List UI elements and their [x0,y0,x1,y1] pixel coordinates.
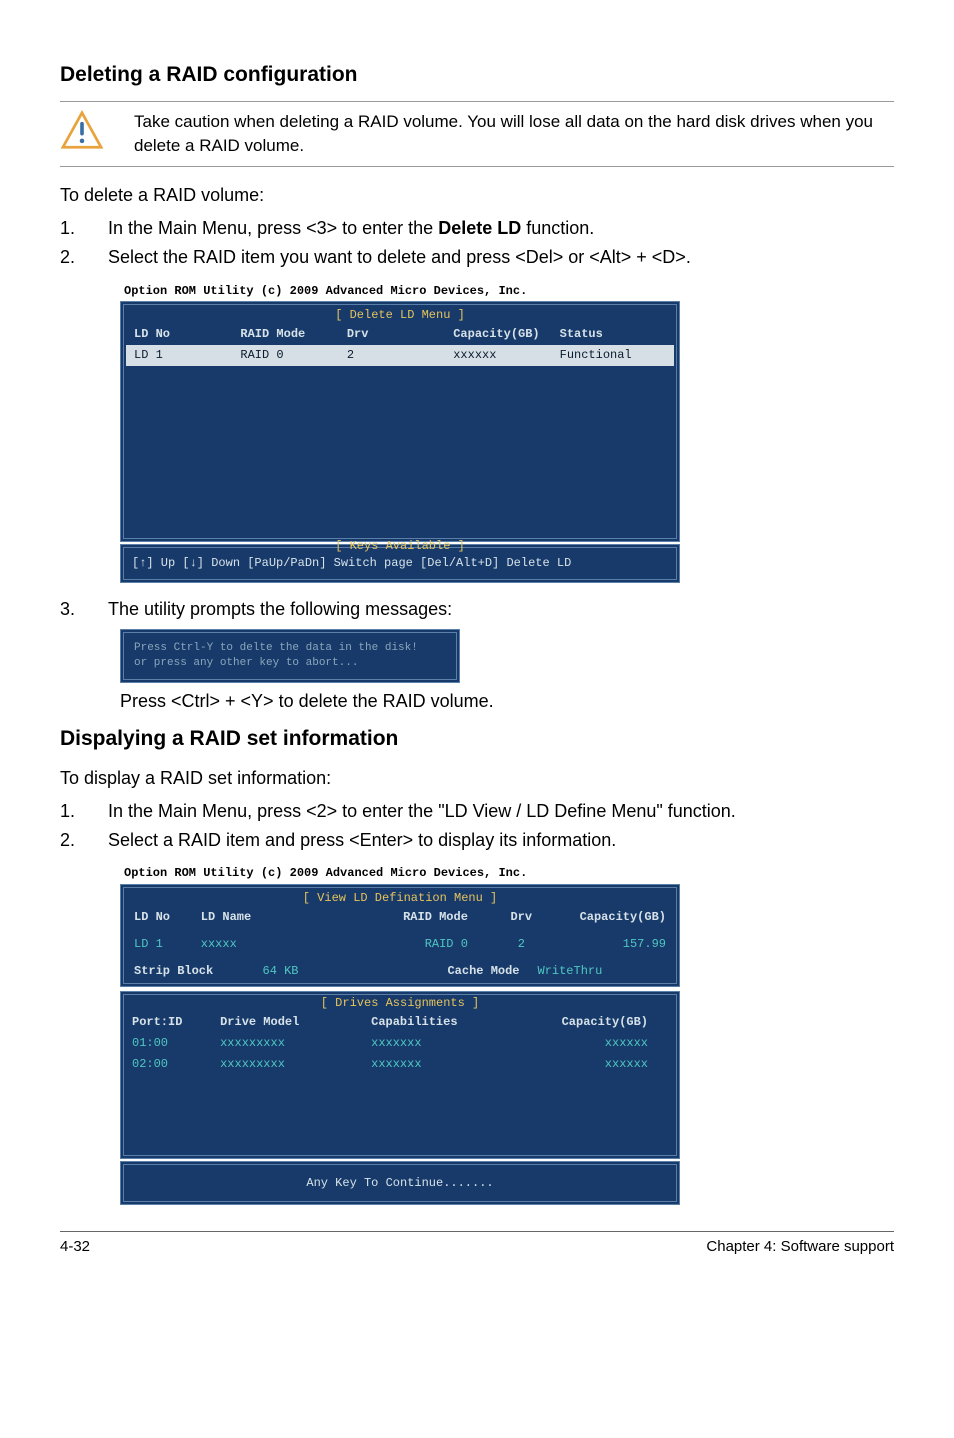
step-text: In the Main Menu, press <3> to enter the… [108,216,894,241]
caution-box: Take caution when deleting a RAID volume… [60,101,894,167]
heading-displaying: Dispalying a RAID set information [60,724,894,753]
bios-selected-row[interactable]: LD 1 RAID 0 2 xxxxxx Functional [126,345,674,366]
caution-text: Take caution when deleting a RAID volume… [134,110,894,158]
cell: LD 1 [134,347,240,364]
cell: xxxxxx [522,1056,668,1073]
cell: 02:00 [132,1056,220,1073]
cell: LD 1 [134,936,201,953]
prompt-line: or press any other key to abort... [134,656,446,671]
bios-drives-header: Port:ID Drive Model Capabilities Capacit… [124,1012,676,1033]
step-text: In the Main Menu, press <2> to enter the… [108,799,894,824]
cell: Functional [560,347,666,364]
warning-triangle-icon [60,110,104,150]
cell: xxxxxxx [371,1035,522,1052]
cell: 2 [488,936,555,953]
cell: 157.99 [555,936,666,953]
step-text-part: function. [521,218,594,238]
cell: xxxxx [201,936,357,953]
page-footer: 4-32 Chapter 4: Software support [60,1231,894,1257]
step-text-part: In the Main Menu, press <3> to enter the [108,218,438,238]
step-number: 1. [60,216,82,241]
cell: 2 [347,347,453,364]
col-status: Status [560,326,666,343]
delete-steps: 1. In the Main Menu, press <3> to enter … [60,216,894,270]
step-number: 3. [60,597,82,622]
cell: xxxxxx [453,347,559,364]
chapter-label: Chapter 4: Software support [706,1236,894,1257]
step-text: The utility prompts the following messag… [108,597,894,622]
bios-table-header: LD No RAID Mode Drv Capacity(GB) Status [126,324,674,345]
cell: 01:00 [132,1035,220,1052]
col-drv: Drv [488,909,555,926]
bios-menu-label: [ View LD Defination Menu ] [126,890,674,907]
bios-anykey-box: Any Key To Continue....... [120,1161,680,1206]
bios-delete-ld-screen: Option ROM Utility (c) 2009 Advanced Mic… [120,281,680,584]
col-capacity: Capacity(GB) [453,326,559,343]
bios-empty-area [126,366,674,536]
delete-ld-label: Delete LD [438,218,521,238]
col-drv: Drv [347,326,453,343]
heading-deleting: Deleting a RAID configuration [60,60,894,89]
col-raidmode: RAID Mode [240,326,346,343]
page-number: 4-32 [60,1236,90,1257]
bios-title: Option ROM Utility (c) 2009 Advanced Mic… [120,863,680,884]
col-ldno: LD No [134,326,240,343]
step-text: Select the RAID item you want to delete … [108,245,894,270]
bios-strip-row: Strip Block 64 KB Cache Mode WriteThru [126,961,674,982]
cell: RAID 0 [357,936,488,953]
prompt-line: Press Ctrl-Y to delte the data in the di… [134,641,446,656]
bios-drive-row: 02:00 xxxxxxxxx xxxxxxx xxxxxx [124,1054,676,1075]
bios-table-header: LD No LD Name RAID Mode Drv Capacity(GB) [126,907,674,928]
col-ldname: LD Name [201,909,357,926]
cell: xxxxxxx [371,1056,522,1073]
bios-menu-label: [ Delete LD Menu ] [126,307,674,324]
cell: xxxxxxxxx [220,1035,371,1052]
display-steps: 1. In the Main Menu, press <2> to enter … [60,799,894,853]
bios-keys-box: [ Keys Available ] [↑] Up [↓] Down [PaUp… [120,544,680,584]
bios-view-ld-screen: Option ROM Utility (c) 2009 Advanced Mic… [120,863,680,1205]
cell: RAID 0 [240,347,346,364]
step-number: 2. [60,828,82,853]
step-number: 1. [60,799,82,824]
cache-mode-value: WriteThru [538,963,667,980]
step-text: Select a RAID item and press <Enter> to … [108,828,894,853]
cell: xxxxxxxxx [220,1056,371,1073]
strip-block-value: 64 KB [263,963,392,980]
cell: xxxxxx [522,1035,668,1052]
delete-steps-cont: 3. The utility prompts the following mes… [60,597,894,622]
col-capabilities: Capabilities [371,1014,522,1031]
display-intro: To display a RAID set information: [60,766,894,791]
step-number: 2. [60,245,82,270]
bios-drives-label: [ Drives Assignments ] [124,995,676,1012]
bios-row: LD 1 xxxxx RAID 0 2 157.99 [126,928,674,961]
col-portid: Port:ID [132,1014,220,1031]
col-capacity: Capacity(GB) [522,1014,668,1031]
col-drive-model: Drive Model [220,1014,371,1031]
bios-empty-area [124,1075,676,1155]
col-raidmode: RAID Mode [357,909,488,926]
bios-confirm-prompt: Press Ctrl-Y to delte the data in the di… [120,629,460,684]
col-ldno: LD No [134,909,201,926]
bios-keys-label: [ Keys Available ] [132,538,668,555]
press-ctrl-y-text: Press <Ctrl> + <Y> to delete the RAID vo… [120,689,894,714]
bios-keys-text: [↑] Up [↓] Down [PaUp/PaDn] Switch page … [132,555,668,572]
bios-anykey-text: Any Key To Continue....... [306,1176,493,1190]
bios-title: Option ROM Utility (c) 2009 Advanced Mic… [120,281,680,302]
strip-block-label: Strip Block [134,963,263,980]
cache-mode-label: Cache Mode [391,963,538,980]
col-capacity: Capacity(GB) [555,909,666,926]
bios-drive-row: 01:00 xxxxxxxxx xxxxxxx xxxxxx [124,1033,676,1054]
delete-intro: To delete a RAID volume: [60,183,894,208]
bios-drives-box: [ Drives Assignments ] Port:ID Drive Mod… [120,991,680,1158]
